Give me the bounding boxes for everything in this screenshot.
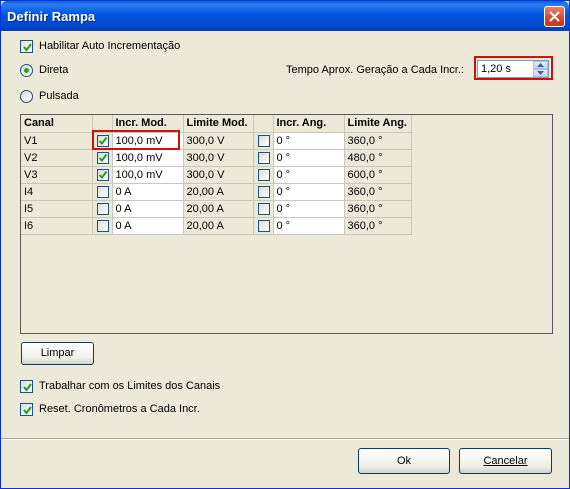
channel-limits-label: Trabalhar com os Limites dos Canais bbox=[39, 380, 221, 392]
cell-canal: I4 bbox=[21, 183, 93, 201]
table-header-row: Canal Incr. Mod. Limite Mod. Incr. Ang. … bbox=[21, 115, 412, 133]
cell-ang-check bbox=[253, 132, 274, 150]
cell-canal: V2 bbox=[21, 149, 93, 167]
cell-lim-ang[interactable]: 360,0 ° bbox=[344, 217, 412, 235]
clear-button[interactable]: Limpar bbox=[21, 342, 94, 365]
direct-label: Direta bbox=[39, 64, 69, 76]
cell-incr-ang[interactable]: 0 ° bbox=[273, 132, 345, 150]
mod-checkbox[interactable] bbox=[96, 168, 109, 181]
cell-lim-mod[interactable]: 20,00 A bbox=[183, 217, 254, 235]
cell-mod-check bbox=[92, 217, 113, 235]
mod-checkbox[interactable] bbox=[96, 151, 109, 164]
cell-lim-mod[interactable]: 20,00 A bbox=[183, 200, 254, 218]
time-highlight-box bbox=[474, 56, 553, 80]
cell-lim-ang[interactable]: 360,0 ° bbox=[344, 200, 412, 218]
col-header-canal: Canal bbox=[21, 115, 93, 133]
table-row: V2 100,0 mV 300,0 V 0 ° 480,0 ° bbox=[21, 149, 412, 167]
ang-checkbox[interactable] bbox=[257, 219, 270, 232]
cell-lim-ang[interactable]: 360,0 ° bbox=[344, 132, 412, 150]
table-row: V3 100,0 mV 300,0 V 0 ° 600,0 ° bbox=[21, 166, 412, 184]
cell-lim-mod[interactable]: 300,0 V bbox=[183, 166, 254, 184]
cell-lim-ang[interactable]: 480,0 ° bbox=[344, 149, 412, 167]
ang-checkbox[interactable] bbox=[257, 134, 270, 147]
cell-incr-mod[interactable]: 100,0 mV bbox=[112, 166, 184, 184]
col-header-lim-mod: Limite Mod. bbox=[183, 115, 254, 133]
cell-incr-ang[interactable]: 0 ° bbox=[273, 183, 345, 201]
close-button[interactable] bbox=[544, 6, 565, 27]
cell-incr-ang[interactable]: 0 ° bbox=[273, 149, 345, 167]
bottom-separator bbox=[1, 438, 569, 440]
ang-checkbox[interactable] bbox=[257, 168, 270, 181]
table-row: V1 100,0 mV 300,0 V0 ° 360,0 ° bbox=[21, 132, 412, 150]
channel-table: Canal Incr. Mod. Limite Mod. Incr. Ang. … bbox=[21, 115, 412, 235]
close-icon bbox=[549, 11, 560, 22]
incr-mod-highlight-box bbox=[92, 130, 180, 150]
cell-mod-check bbox=[92, 200, 113, 218]
cell-lim-ang[interactable]: 600,0 ° bbox=[344, 166, 412, 184]
auto-increment-checkbox[interactable] bbox=[20, 40, 33, 53]
ang-checkbox[interactable] bbox=[257, 202, 270, 215]
cell-mod-check bbox=[92, 149, 113, 167]
auto-increment-label: Habilitar Auto Incrementação bbox=[39, 40, 181, 52]
checkmark-icon bbox=[98, 153, 107, 162]
reset-timers-label: Reset. Cronômetros a Cada Incr. bbox=[39, 403, 200, 415]
cell-ang-check bbox=[253, 217, 274, 235]
cell-incr-ang[interactable]: 0 ° bbox=[273, 200, 345, 218]
cell-incr-ang[interactable]: 0 ° bbox=[273, 217, 345, 235]
mod-checkbox[interactable] bbox=[96, 202, 109, 215]
cell-ang-check bbox=[253, 166, 274, 184]
cancel-button[interactable]: Cancelar bbox=[459, 448, 552, 474]
col-header-lim-ang: Limite Ang. bbox=[344, 115, 412, 133]
table-row: I6 0 A 20,00 A 0 ° 360,0 ° bbox=[21, 217, 412, 235]
cell-incr-mod[interactable]: 0 A bbox=[112, 183, 184, 201]
cell-ang-check bbox=[253, 149, 274, 167]
table-row: I5 0 A 20,00 A 0 ° 360,0 ° bbox=[21, 200, 412, 218]
ok-button[interactable]: Ok bbox=[358, 448, 450, 474]
radio-selected-dot bbox=[24, 68, 29, 73]
cell-lim-ang[interactable]: 360,0 ° bbox=[344, 183, 412, 201]
cell-ang-check bbox=[253, 200, 274, 218]
table-row: I4 0 A 20,00 A 0 ° 360,0 ° bbox=[21, 183, 412, 201]
cell-lim-mod[interactable]: 20,00 A bbox=[183, 183, 254, 201]
direct-radio[interactable] bbox=[20, 64, 33, 77]
cell-incr-ang[interactable]: 0 ° bbox=[273, 166, 345, 184]
ang-checkbox[interactable] bbox=[257, 185, 270, 198]
time-label: Tempo Aprox. Geração a Cada Incr.: bbox=[286, 64, 464, 76]
cell-canal: V3 bbox=[21, 166, 93, 184]
cell-lim-mod[interactable]: 300,0 V bbox=[183, 149, 254, 167]
reset-timers-checkbox[interactable] bbox=[20, 403, 33, 416]
title-bar[interactable]: Definir Rampa bbox=[1, 1, 569, 31]
cell-lim-mod[interactable]: 300,0 V bbox=[183, 132, 254, 150]
mod-checkbox[interactable] bbox=[96, 219, 109, 232]
cell-mod-check bbox=[92, 183, 113, 201]
dialog-window: Definir Rampa Habilitar Auto Incrementaç… bbox=[0, 0, 570, 489]
checkmark-icon bbox=[23, 406, 32, 415]
cell-canal: I6 bbox=[21, 217, 93, 235]
pulsed-radio[interactable] bbox=[20, 90, 33, 103]
col-header-incr-ang: Incr. Ang. bbox=[273, 115, 345, 133]
cell-incr-mod[interactable]: 0 A bbox=[112, 217, 184, 235]
cell-ang-check bbox=[253, 183, 274, 201]
cell-canal: V1 bbox=[21, 132, 93, 150]
pulsed-label: Pulsada bbox=[39, 90, 79, 102]
window-title: Definir Rampa bbox=[7, 9, 96, 24]
ang-checkbox[interactable] bbox=[257, 151, 270, 164]
col-header-ang-check bbox=[253, 115, 274, 133]
mod-checkbox[interactable] bbox=[96, 185, 109, 198]
checkmark-icon bbox=[98, 170, 107, 179]
checkmark-icon bbox=[23, 43, 32, 52]
cell-incr-mod[interactable]: 100,0 mV bbox=[112, 149, 184, 167]
checkmark-icon bbox=[23, 383, 32, 392]
cell-mod-check bbox=[92, 166, 113, 184]
cell-canal: I5 bbox=[21, 200, 93, 218]
cell-incr-mod[interactable]: 0 A bbox=[112, 200, 184, 218]
channel-limits-checkbox[interactable] bbox=[20, 380, 33, 393]
